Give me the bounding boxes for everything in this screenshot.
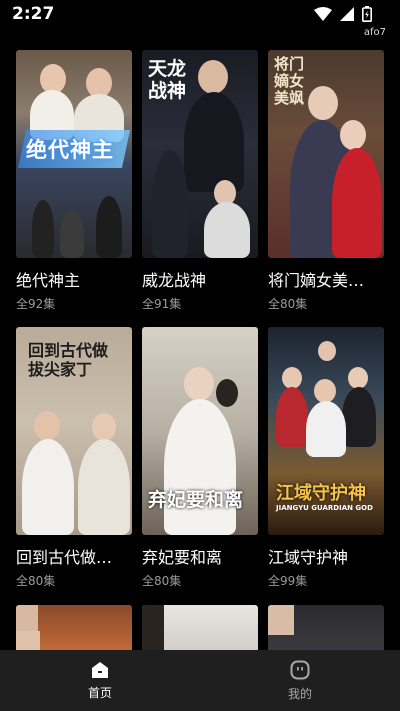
drama-card[interactable]: 回到古代做拔尖家丁 回到古代做… 全80集 xyxy=(16,327,132,604)
drama-card[interactable]: 将门嫡女美飒 将门嫡女美… 全80集 xyxy=(268,50,384,327)
drama-poster[interactable] xyxy=(142,605,258,650)
poster-subtitle: JIANGYU GUARDIAN GOD xyxy=(276,504,373,512)
bottom-tab-bar: 首页 我的 xyxy=(0,650,400,711)
tab-home[interactable]: 首页 xyxy=(0,650,200,711)
drama-poster[interactable] xyxy=(16,605,132,650)
profile-icon xyxy=(290,660,310,679)
tab-me-label: 我的 xyxy=(287,686,312,701)
drama-title: 回到古代做… xyxy=(16,548,113,567)
battery-icon xyxy=(362,6,372,22)
drama-card[interactable]: 弃妃要和离 弃妃要和离 全80集 xyxy=(142,327,258,604)
status-bar: 2:27 afo7 xyxy=(0,0,400,38)
status-icons xyxy=(314,6,372,22)
drama-card[interactable]: 江域守护神 JIANGYU GUARDIAN GOD 江域守护神 全99集 xyxy=(268,327,384,604)
episode-count: 全80集 xyxy=(268,297,308,311)
tab-me[interactable]: 我的 xyxy=(200,650,400,711)
episode-count: 全99集 xyxy=(268,574,308,588)
episode-count: 全80集 xyxy=(142,574,182,588)
drama-poster: 弃妃要和离 xyxy=(142,327,258,535)
drama-title: 江域守护神 xyxy=(268,548,349,567)
poster-title: 将门嫡女美飒 xyxy=(274,55,305,107)
drama-poster[interactable] xyxy=(268,605,384,650)
poster-title: 回到古代做拔尖家丁 xyxy=(28,341,109,379)
status-account-label: afo7 xyxy=(363,27,386,38)
drama-title: 绝代神主 xyxy=(16,271,81,290)
episode-count: 全92集 xyxy=(16,297,56,311)
signal-icon xyxy=(340,7,354,21)
poster-title: 天龙战神 xyxy=(148,58,187,102)
drama-poster: 天龙战神 xyxy=(142,50,258,258)
drama-card[interactable]: 绝代神主 绝代神主 全92集 xyxy=(16,50,132,327)
drama-grid-next-row xyxy=(16,605,384,650)
poster-title: 弃妃要和离 xyxy=(148,489,244,511)
drama-title: 威龙战神 xyxy=(142,271,207,290)
episode-count: 全80集 xyxy=(16,574,56,588)
drama-title: 弃妃要和离 xyxy=(142,548,223,567)
wifi-icon xyxy=(314,7,332,21)
status-time: 2:27 xyxy=(12,4,55,24)
episode-count: 全91集 xyxy=(142,297,182,311)
drama-poster: 江域守护神 JIANGYU GUARDIAN GOD xyxy=(268,327,384,535)
drama-poster: 回到古代做拔尖家丁 xyxy=(16,327,132,535)
poster-title: 绝代神主 xyxy=(26,137,114,162)
drama-poster: 将门嫡女美飒 xyxy=(268,50,384,258)
drama-poster: 绝代神主 xyxy=(16,50,132,258)
drama-card[interactable]: 天龙战神 威龙战神 全91集 xyxy=(142,50,258,327)
tab-home-label: 首页 xyxy=(87,685,112,700)
poster-title: 江域守护神 xyxy=(276,483,366,504)
drama-grid: 绝代神主 绝代神主 全92集 天龙战神 威龙战神 全91集 将门嫡女美飒 将门嫡… xyxy=(16,50,384,604)
drama-title: 将门嫡女美… xyxy=(268,271,365,290)
home-icon xyxy=(92,661,108,678)
